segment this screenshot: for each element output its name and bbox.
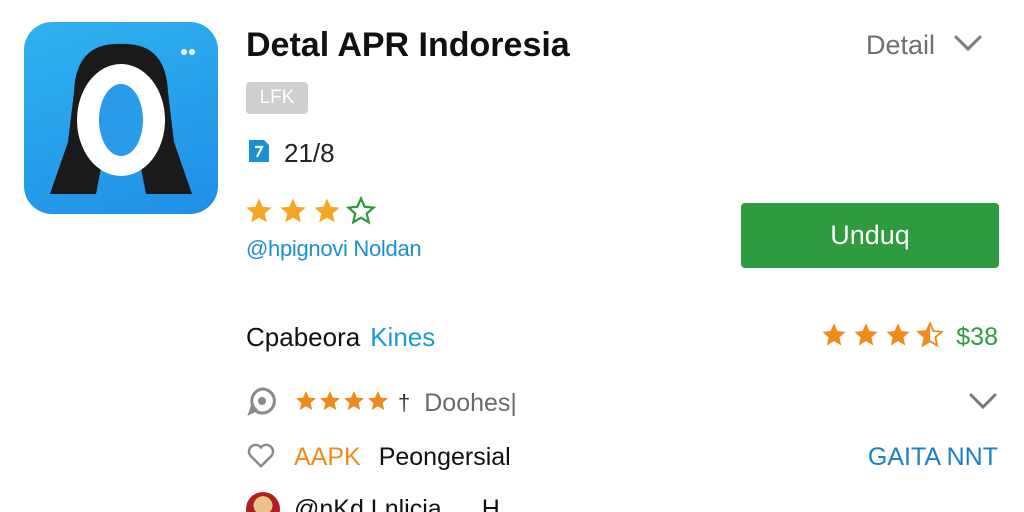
document-icon: [246, 138, 272, 169]
user-name: @nKd Lnlicia: [294, 494, 442, 512]
category-row: Cpabeora Kines $38: [246, 318, 998, 356]
star-full-icon: [244, 196, 274, 231]
developer-link[interactable]: @hpignovi Noldan: [246, 236, 422, 262]
apk-label: AAPK: [294, 442, 361, 471]
star-outline-icon: [345, 195, 377, 231]
star-full-icon: [294, 389, 318, 418]
category-link[interactable]: Kines: [370, 322, 435, 353]
version-text: 21/8: [284, 138, 335, 168]
category-rating: $38: [820, 320, 998, 354]
app-title: Detal APR Indoresia: [246, 26, 570, 64]
price-label: $38: [956, 322, 998, 351]
heart-icon[interactable]: [246, 440, 276, 475]
category-label: Cpabeora: [246, 321, 361, 352]
star-full-icon: [852, 321, 880, 354]
star-full-icon: [366, 389, 390, 418]
chat-bubble-icon: [246, 385, 278, 422]
detail-label: Detail: [866, 30, 936, 60]
app-logo-icon: [24, 22, 218, 214]
app-detail-page: Detal APR Indoresia Detail LFK 21/8 @hpi…: [0, 0, 1024, 512]
star-full-icon: [278, 196, 308, 231]
star-full-icon: [312, 196, 342, 231]
app-rating-stars: [244, 195, 377, 231]
app-tag-badge: LFK: [246, 82, 308, 114]
star-full-icon: [318, 389, 342, 418]
star-full-icon: [884, 321, 912, 354]
star-full-icon: [342, 389, 366, 418]
chevron-down-icon: [953, 34, 983, 57]
review-stars: [294, 389, 390, 418]
download-button[interactable]: Unduq: [741, 203, 999, 268]
star-half-icon: [916, 320, 945, 354]
chevron-down-icon[interactable]: [968, 392, 998, 415]
star-full-icon: [820, 321, 848, 354]
user-extra-text: H: [481, 494, 500, 512]
detail-toggle[interactable]: Detail: [866, 30, 983, 61]
apk-action-link[interactable]: GAITA NNT: [868, 443, 998, 472]
reviews-label: Doohes|: [424, 388, 517, 417]
reviews-row[interactable]: † Doohes|: [246, 384, 998, 422]
review-separator: †: [398, 390, 411, 415]
apk-row: AAPK Peongersial GAITA NNT: [246, 438, 998, 476]
permission-label: Peongersial: [378, 442, 511, 471]
version-row: 21/8: [246, 138, 335, 169]
avatar: [246, 492, 280, 512]
user-row: @nKd Lnlicia H: [246, 490, 998, 512]
